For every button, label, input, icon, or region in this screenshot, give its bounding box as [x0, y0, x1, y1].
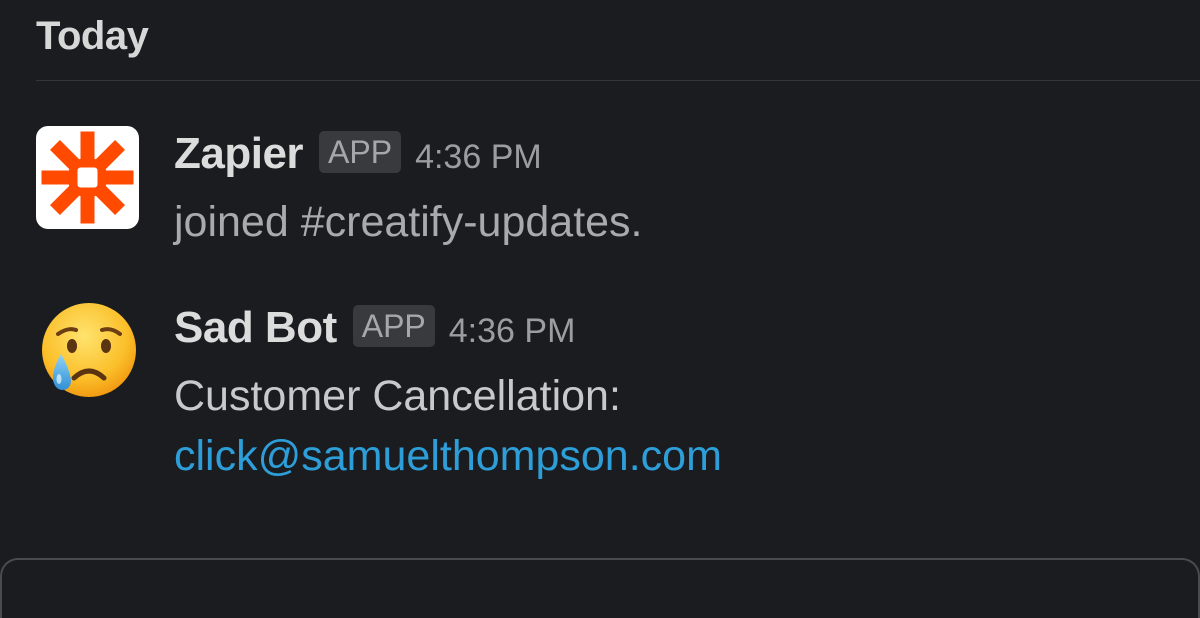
message-meta: Sad Bot APP 4:36 PM: [174, 300, 575, 356]
app-badge: APP: [352, 305, 435, 347]
day-header: Today: [36, 14, 149, 58]
zapier-asterisk-icon: [41, 131, 134, 224]
email-link[interactable]: click@samuelthompson.com: [174, 426, 722, 486]
crying-face-emoji-icon: [42, 303, 136, 397]
sender-name[interactable]: Sad Bot: [174, 303, 337, 353]
message-text: Customer Cancellation: click@samuelthomp…: [174, 366, 722, 486]
message-line: Customer Cancellation:: [174, 372, 621, 420]
message-composer[interactable]: [0, 558, 1200, 618]
message-text: joined #creatify-updates.: [174, 198, 643, 246]
app-badge: APP: [319, 131, 402, 173]
message-meta: Zapier APP 4:36 PM: [174, 126, 542, 182]
sender-name[interactable]: Zapier: [174, 129, 304, 179]
zapier-avatar[interactable]: [36, 126, 139, 229]
day-divider: [36, 80, 1200, 81]
sad-bot-avatar[interactable]: [36, 300, 139, 403]
message-timestamp[interactable]: 4:36 PM: [449, 312, 576, 351]
message-timestamp[interactable]: 4:36 PM: [415, 138, 542, 177]
